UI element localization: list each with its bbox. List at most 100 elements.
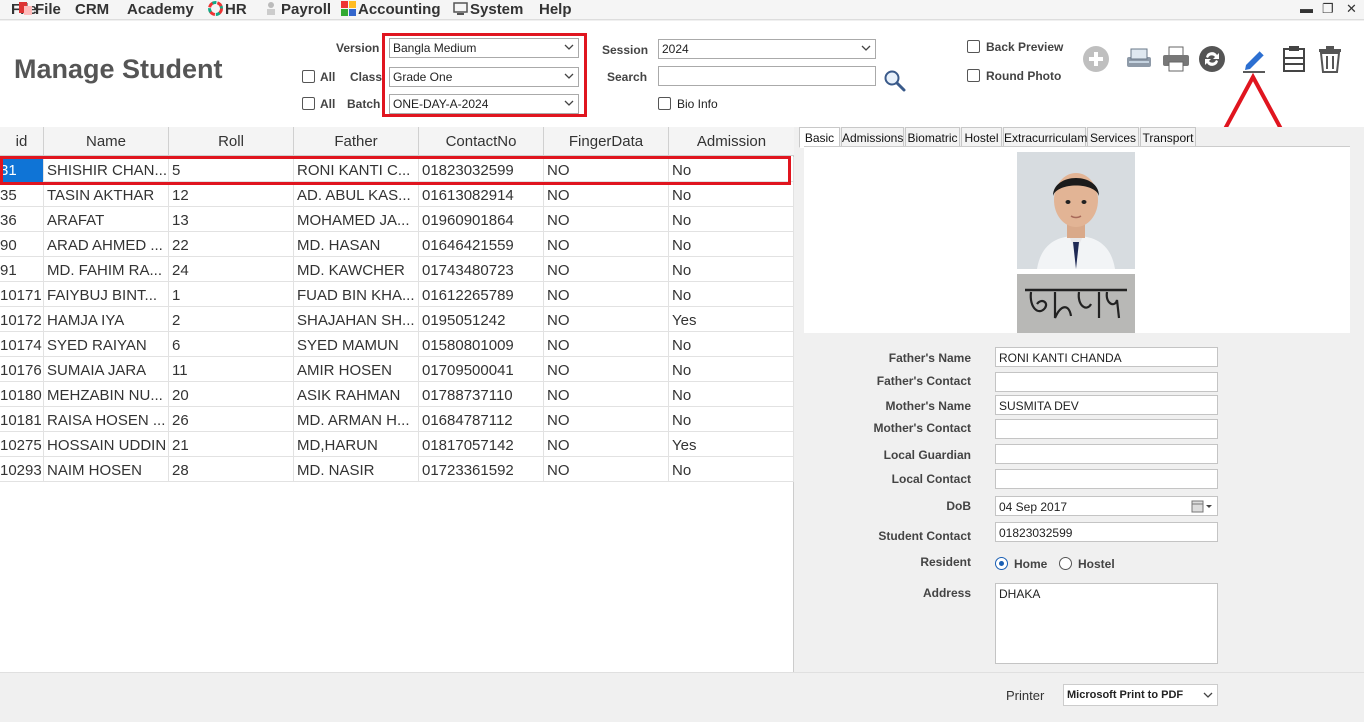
- table-row[interactable]: 10293 NAIM HOSEN 28 MD. NASIR 01723361592 NO N…: [0, 457, 794, 482]
- tab-biomatric[interactable]: Biomatric: [905, 127, 960, 147]
- printer-value: Microsoft Print to PDF: [1067, 689, 1184, 701]
- table-row[interactable]: 10174 SYED RAIYAN 6 SYED MAMUN 01580801009 NO…: [0, 332, 794, 357]
- round-photo-checkbox[interactable]: [967, 69, 980, 82]
- mothers-name-field[interactable]: SUSMITA DEV: [995, 395, 1218, 415]
- table-row[interactable]: 10171 FAIYBUJ BINT... 1 FUAD BIN KHA... 0161…: [0, 282, 794, 307]
- restore-button[interactable]: ❐: [1322, 1, 1334, 17]
- cell-finger: NO: [544, 207, 669, 232]
- fathers-name-field[interactable]: RONI KANTI CHANDA: [995, 347, 1218, 367]
- tab-services[interactable]: Services: [1087, 127, 1139, 147]
- table-row[interactable]: 10181 RAISA HOSEN ... 26 MD. ARMAN H... 0168…: [0, 407, 794, 432]
- tab-transport[interactable]: Transport: [1140, 127, 1196, 147]
- table-row[interactable]: 90 ARAD AHMED ... 22 MD. HASAN 01646421559 NO…: [0, 232, 794, 257]
- session-select[interactable]: 2024: [658, 39, 876, 59]
- table-row[interactable]: 36 ARAFAT 13 MOHAMED JA... 01960901864 NO No: [0, 207, 794, 232]
- table-row[interactable]: 10176 SUMAIA JARA 11 AMIR HOSEN 01709500041 N…: [0, 357, 794, 382]
- local-guardian-field[interactable]: [995, 444, 1218, 464]
- cell-contact: 01684787112: [419, 407, 544, 432]
- cell-id: 10176: [0, 357, 44, 382]
- tab-hostel[interactable]: Hostel: [961, 127, 1002, 147]
- local-contact-field[interactable]: [995, 469, 1218, 489]
- menu-system[interactable]: System: [453, 1, 523, 18]
- address-textarea[interactable]: DHAKA: [995, 583, 1218, 664]
- student-grid[interactable]: id Name Roll Father ContactNo FingerData…: [0, 127, 794, 672]
- search-icon[interactable]: [883, 69, 907, 93]
- menu-crm-label: CRM: [75, 1, 110, 18]
- trash-icon[interactable]: [1314, 43, 1346, 75]
- printer-icon[interactable]: [1160, 43, 1192, 75]
- column-header-id[interactable]: id: [0, 127, 44, 156]
- column-header-contact[interactable]: ContactNo: [419, 127, 544, 156]
- menu-bar: File File CRM Academy HR Payroll Account…: [0, 0, 1364, 20]
- back-preview-checkbox[interactable]: [967, 40, 980, 53]
- cell-finger: NO: [544, 332, 669, 357]
- cell-id: 10275: [0, 432, 44, 457]
- column-header-admission[interactable]: Admission: [669, 127, 794, 156]
- scanner-icon[interactable]: [1123, 43, 1155, 75]
- cell-id: 10172: [0, 307, 44, 332]
- bio-info-checkbox[interactable]: [658, 97, 671, 110]
- fathers-contact-field[interactable]: [995, 372, 1218, 392]
- cell-roll: 12: [169, 182, 294, 207]
- search-label: Search: [607, 70, 648, 84]
- student-detail-panel: Basic Admissions Biomatric Hostel Extrac…: [797, 127, 1356, 672]
- menu-file-text[interactable]: File: [18, 1, 61, 18]
- dob-picker[interactable]: 04 Sep 2017: [995, 496, 1218, 516]
- cell-roll: 24: [169, 257, 294, 282]
- cell-admission: No: [669, 382, 794, 407]
- cell-contact: 01960901864: [419, 207, 544, 232]
- menu-academy[interactable]: Academy: [127, 1, 194, 18]
- resident-hostel-radio[interactable]: [1059, 557, 1072, 570]
- tab-admissions[interactable]: Admissions: [841, 127, 904, 147]
- mothers-name-label: Mother's Name: [885, 399, 971, 413]
- menu-hr[interactable]: HR: [208, 1, 247, 18]
- menu-payroll[interactable]: Payroll: [264, 1, 331, 18]
- archive-icon[interactable]: [1278, 43, 1310, 75]
- cell-name: HAMJA IYA: [44, 307, 169, 332]
- student-photo[interactable]: [1017, 152, 1135, 269]
- tab-extracurriculam[interactable]: Extracurriculam: [1003, 127, 1087, 147]
- cell-roll: 28: [169, 457, 294, 482]
- resident-home-radio[interactable]: [995, 557, 1008, 570]
- mothers-contact-field[interactable]: [995, 419, 1218, 439]
- menu-crm[interactable]: CRM: [75, 1, 109, 18]
- printer-select[interactable]: Microsoft Print to PDF: [1063, 684, 1218, 706]
- student-contact-field[interactable]: 01823032599: [995, 522, 1218, 542]
- resident-hostel-label: Hostel: [1078, 557, 1115, 571]
- add-icon[interactable]: [1080, 43, 1112, 75]
- edit-pencil-icon[interactable]: [1238, 43, 1270, 75]
- cell-father: AD. ABUL KAS...: [294, 182, 419, 207]
- cell-admission: No: [669, 207, 794, 232]
- search-input[interactable]: [658, 66, 876, 86]
- column-header-roll[interactable]: Roll: [169, 127, 294, 156]
- cell-contact: 01743480723: [419, 257, 544, 282]
- table-row[interactable]: 10180 MEHZABIN NU... 20 ASIK RAHMAN 01788737…: [0, 382, 794, 407]
- menu-help[interactable]: Help: [539, 1, 572, 18]
- class-all-checkbox[interactable]: [302, 70, 315, 83]
- batch-all-checkbox[interactable]: [302, 97, 315, 110]
- close-button[interactable]: ✕: [1346, 1, 1357, 17]
- cell-admission: No: [669, 182, 794, 207]
- cell-roll: 20: [169, 382, 294, 407]
- table-row[interactable]: 91 MD. FAHIM RA... 24 MD. KAWCHER 0174348072…: [0, 257, 794, 282]
- calendar-icon[interactable]: [1191, 500, 1213, 513]
- cell-father: MD,HARUN: [294, 432, 419, 457]
- selected-row-highlight-box: [0, 156, 791, 185]
- column-header-name[interactable]: Name: [44, 127, 169, 156]
- menu-accounting-label: Accounting: [358, 1, 441, 18]
- cell-name: MEHZABIN NU...: [44, 382, 169, 407]
- column-header-father[interactable]: Father: [294, 127, 419, 156]
- cell-admission: No: [669, 232, 794, 257]
- refresh-icon[interactable]: [1196, 43, 1228, 75]
- minimize-button[interactable]: ▬: [1300, 1, 1313, 16]
- table-row[interactable]: 35 TASIN AKTHAR 12 AD. ABUL KAS... 016130829…: [0, 182, 794, 207]
- table-row[interactable]: 10172 HAMJA IYA 2 SHAJAHAN SH... 0195051242 N…: [0, 307, 794, 332]
- table-row[interactable]: 10275 HOSSAIN UDDIN 21 MD,HARUN 01817057142 N…: [0, 432, 794, 457]
- batch-all-label: All: [320, 97, 336, 111]
- column-header-fingerdata[interactable]: FingerData: [544, 127, 669, 156]
- cell-name: NAIM HOSEN: [44, 457, 169, 482]
- menu-accounting[interactable]: Accounting: [341, 1, 441, 18]
- tab-basic[interactable]: Basic: [799, 127, 840, 148]
- chevron-down-icon: [1203, 692, 1213, 698]
- cell-father: SYED MAMUN: [294, 332, 419, 357]
